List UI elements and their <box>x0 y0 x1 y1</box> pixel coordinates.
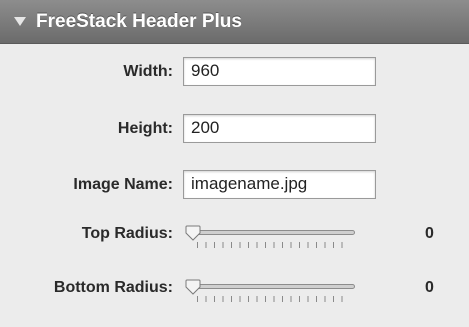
bottom-radius-slider[interactable] <box>185 279 357 307</box>
slider-thumb-icon[interactable] <box>185 279 201 295</box>
slider-ticks <box>197 296 347 302</box>
width-input[interactable]: 960 <box>183 57 376 86</box>
panel-header[interactable]: FreeStack Header Plus <box>0 0 469 44</box>
panel-title: FreeStack Header Plus <box>36 11 242 32</box>
bottom-radius-value: 0 <box>425 279 434 296</box>
slider-thumb-icon[interactable] <box>185 225 201 241</box>
slider-ticks <box>197 242 347 248</box>
slider-track[interactable] <box>189 230 355 235</box>
width-label: Width: <box>123 63 173 80</box>
slider-track[interactable] <box>189 284 355 289</box>
disclosure-triangle-icon[interactable] <box>14 17 26 26</box>
top-radius-slider[interactable] <box>185 225 357 253</box>
top-radius-label: Top Radius: <box>81 225 173 242</box>
bottom-radius-label: Bottom Radius: <box>53 279 173 296</box>
image-name-label: Image Name: <box>73 176 173 193</box>
top-radius-value: 0 <box>425 225 434 242</box>
settings-panel: FreeStack Header Plus Width: 960 Height:… <box>0 0 469 327</box>
image-name-input[interactable]: imagename.jpg <box>183 170 376 199</box>
height-input[interactable]: 200 <box>183 114 376 143</box>
height-label: Height: <box>117 120 173 137</box>
